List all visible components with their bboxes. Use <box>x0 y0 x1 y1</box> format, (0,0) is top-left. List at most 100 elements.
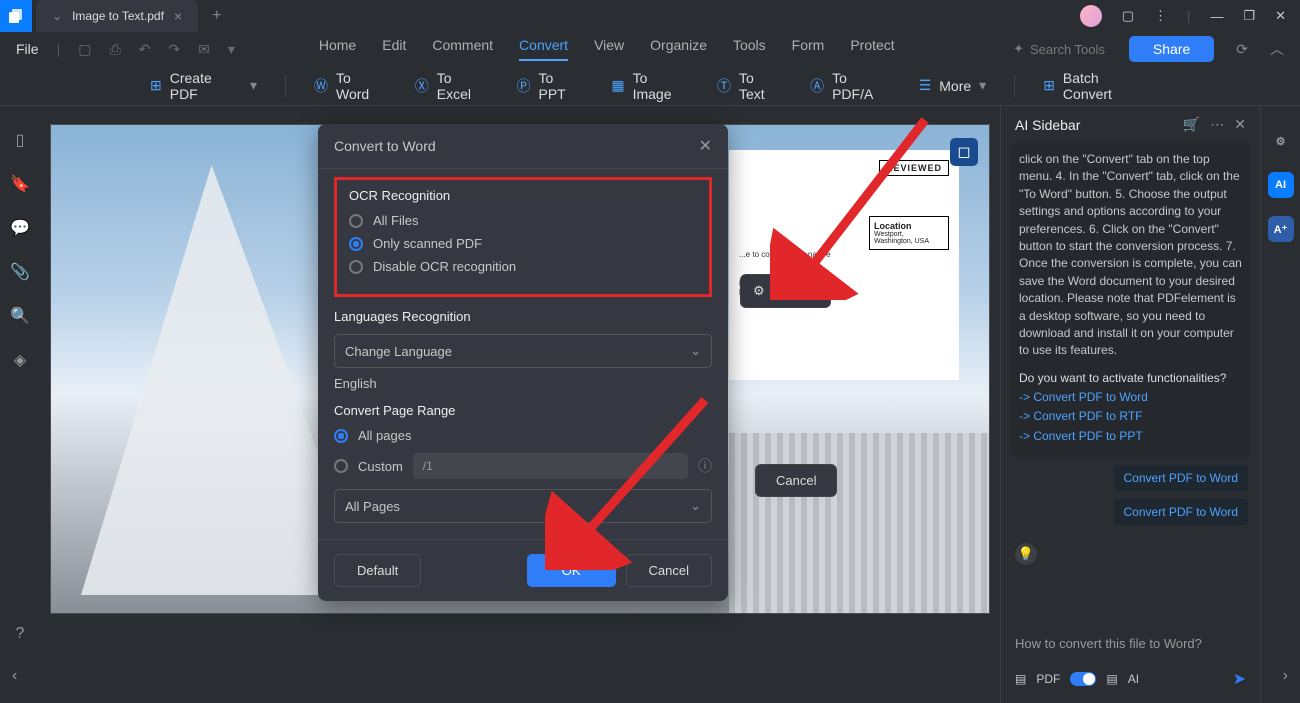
redo-icon[interactable]: ↷ <box>164 41 184 58</box>
undo-icon[interactable]: ↶ <box>135 41 155 58</box>
avatar[interactable] <box>1080 5 1102 27</box>
search-tools[interactable]: ✦ Search Tools <box>1013 41 1105 57</box>
file-menu[interactable]: File <box>16 41 39 57</box>
notification-icon[interactable]: ▢ <box>1122 8 1134 24</box>
link-convert-rtf[interactable]: -> Convert PDF to RTF <box>1019 408 1242 425</box>
building-image <box>729 433 989 613</box>
link-convert-ppt[interactable]: -> Convert PDF to PPT <box>1019 428 1242 445</box>
left-sidebar: ▯ 🔖 💬 📎 🔍 ◈ ? <box>0 106 40 703</box>
convert-suggestion-button[interactable]: Convert PDF to Word <box>1114 465 1248 491</box>
divider: | <box>1187 9 1190 24</box>
tab-form[interactable]: Form <box>792 37 825 61</box>
mail-icon[interactable]: ✉ <box>194 41 214 58</box>
ai-question: Do you want to activate functionalities? <box>1019 370 1242 387</box>
maximize-icon[interactable]: ❐ <box>1243 8 1255 24</box>
attachments-icon[interactable]: 📎 <box>10 262 30 282</box>
collapse-right-icon[interactable]: › <box>1283 667 1288 685</box>
radio-only-scanned[interactable]: Only scanned PDF <box>349 236 697 251</box>
chevron-up-icon[interactable]: ︿ <box>1270 39 1284 59</box>
pdfa-icon: Ⓐ <box>810 76 824 96</box>
convert-suggestion-button[interactable]: Convert PDF to Word <box>1114 499 1248 525</box>
settings-knob-icon[interactable]: ⚙ <box>1268 128 1294 154</box>
help-icon[interactable]: ? <box>16 625 25 643</box>
radio-disable-ocr[interactable]: Disable OCR recognition <box>349 259 697 274</box>
languages-title: Languages Recognition <box>334 309 712 324</box>
radio-custom-label[interactable]: Custom <box>358 459 403 474</box>
dialog-title: Convert to Word <box>334 138 436 154</box>
to-ppt-button[interactable]: ⓅTo PPT <box>517 70 584 102</box>
print-icon[interactable]: ⎙ <box>105 41 124 58</box>
tab-edit[interactable]: Edit <box>382 37 406 61</box>
new-tab-button[interactable]: + <box>212 7 221 25</box>
send-icon[interactable]: ➤ <box>1233 669 1246 689</box>
close-window-icon[interactable]: ✕ <box>1275 8 1286 24</box>
translate-rail-icon[interactable]: A⁺ <box>1268 216 1294 242</box>
to-excel-button[interactable]: ⓍTo Excel <box>415 70 489 102</box>
app-logo[interactable] <box>0 0 32 32</box>
cancel-button[interactable]: Cancel <box>755 464 837 497</box>
close-dialog-icon[interactable]: ✕ <box>699 136 712 156</box>
pin-icon: ⌄ <box>52 9 62 23</box>
to-text-button[interactable]: ⓉTo Text <box>717 70 782 102</box>
share-button[interactable]: Share <box>1129 36 1214 62</box>
close-sidebar-icon[interactable]: ✕ <box>1234 116 1246 133</box>
kebab-menu-icon[interactable]: ⋮ <box>1154 8 1167 24</box>
to-pdfa-button[interactable]: ⒶTo PDF/A <box>810 70 891 102</box>
document-tab[interactable]: ⌄ Image to Text.pdf × <box>36 0 198 32</box>
chevron-down-icon: ▾ <box>250 77 257 94</box>
tab-organize[interactable]: Organize <box>650 37 707 61</box>
image-icon: ▦ <box>611 77 624 94</box>
sync-icon[interactable]: ⟳ <box>1236 41 1248 58</box>
minimize-icon[interactable]: — <box>1210 9 1223 24</box>
ai-rail-icon[interactable]: AI <box>1268 172 1294 198</box>
to-image-button[interactable]: ▦To Image <box>611 70 689 102</box>
tab-tools[interactable]: Tools <box>733 37 766 61</box>
ai-response-text: click on the "Convert" tab on the top me… <box>1019 152 1242 357</box>
radio-icon <box>334 429 348 443</box>
tab-protect[interactable]: Protect <box>850 37 894 61</box>
more-button[interactable]: ☰More▾ <box>919 77 987 94</box>
chevron-down-icon: ▾ <box>979 77 986 94</box>
search-placeholder: Search Tools <box>1030 42 1105 57</box>
ai-input[interactable]: How to convert this file to Word? <box>1001 626 1260 661</box>
word-icon: Ⓦ <box>314 76 328 96</box>
language-value: English <box>334 376 712 391</box>
search-icon[interactable]: 🔍 <box>10 306 30 326</box>
pdf-icon: ▤ <box>1015 672 1026 686</box>
link-convert-word[interactable]: -> Convert PDF to Word <box>1019 389 1242 406</box>
fit-page-icon[interactable]: ◻ <box>950 138 978 166</box>
tab-convert[interactable]: Convert <box>519 37 568 61</box>
radio-icon <box>349 214 363 228</box>
batch-convert-button[interactable]: ⊞Batch Convert <box>1043 70 1150 102</box>
save-icon[interactable]: ▢ <box>74 41 95 58</box>
radio-all-files[interactable]: All Files <box>349 213 697 228</box>
default-button[interactable]: Default <box>334 554 421 587</box>
ai-sidebar: AI Sidebar 🛒 ⋯ ✕ click on the "Convert" … <box>1000 106 1260 703</box>
ppt-icon: Ⓟ <box>517 76 531 96</box>
divider <box>285 75 286 97</box>
dots-icon[interactable]: ⋯ <box>1210 116 1224 133</box>
comments-icon[interactable]: 💬 <box>10 218 30 238</box>
thumbnails-icon[interactable]: ▯ <box>16 130 25 150</box>
cart-icon[interactable]: 🛒 <box>1183 116 1200 133</box>
ai-icon: ▤ <box>1106 672 1117 686</box>
ocr-title: OCR Recognition <box>349 188 697 203</box>
gear-icon: ⚙ <box>753 283 765 299</box>
close-tab-icon[interactable]: × <box>174 8 182 24</box>
change-language-select[interactable]: Change Language⌄ <box>334 334 712 368</box>
collapse-left-icon[interactable]: ‹ <box>12 667 17 685</box>
tab-comment[interactable]: Comment <box>432 37 493 61</box>
pdf-label: PDF <box>1036 672 1060 686</box>
layers-icon[interactable]: ◈ <box>14 350 26 370</box>
to-word-button[interactable]: ⓌTo Word <box>314 70 387 102</box>
ai-toggle[interactable] <box>1070 672 1096 686</box>
bookmarks-icon[interactable]: 🔖 <box>10 174 30 194</box>
tab-home[interactable]: Home <box>319 37 356 61</box>
right-rail: ⚙ AI A⁺ <box>1260 106 1300 703</box>
bulb-icon[interactable]: 💡 <box>1015 543 1037 565</box>
tab-view[interactable]: View <box>594 37 624 61</box>
create-pdf-button[interactable]: ⊞Create PDF▾ <box>150 70 257 102</box>
radio-icon <box>349 237 363 251</box>
chevron-down-icon[interactable]: ▾ <box>224 41 239 58</box>
annotation-arrow <box>545 390 725 570</box>
